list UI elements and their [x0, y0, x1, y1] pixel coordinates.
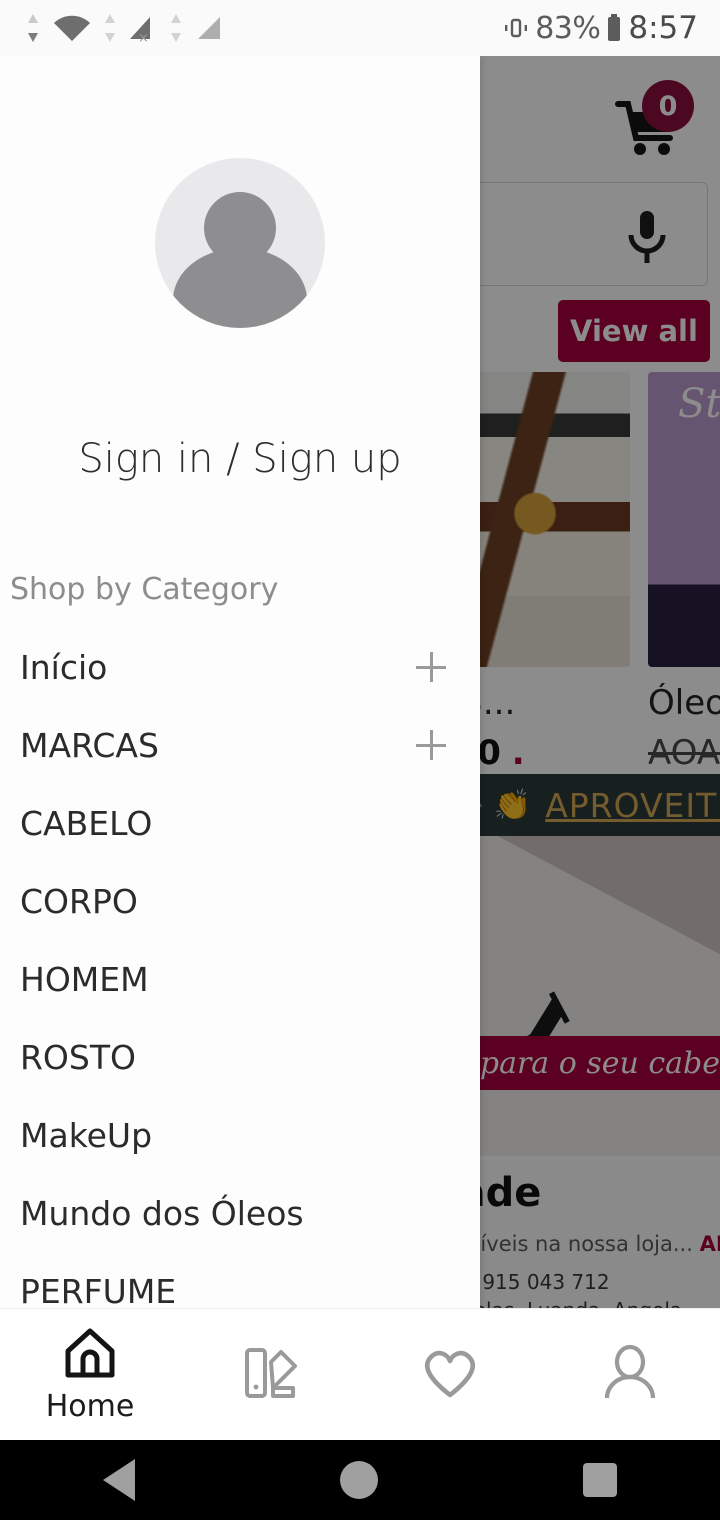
wifi-updown-arrows-icon-2 — [105, 14, 115, 42]
status-bar-left-icons: × — [22, 11, 226, 45]
battery-percent-label: 83% — [535, 10, 601, 46]
svg-text:×: × — [138, 31, 149, 45]
bottom-navigation-bar: Home — [0, 1308, 720, 1440]
android-navigation-bar — [0, 1440, 720, 1520]
back-triangle-icon[interactable] — [102, 1459, 135, 1501]
sign-in-sign-up-button[interactable]: Sign in / Sign up — [0, 436, 480, 482]
drawer-item-mundo-dos-oleos[interactable]: Mundo dos Óleos — [0, 1174, 480, 1252]
drawer-item-label: PERFUME — [20, 1271, 177, 1309]
bottom-nav-wishlist[interactable] — [360, 1343, 540, 1407]
drawer-item-label: Início — [20, 647, 108, 687]
drawer-item-rosto[interactable]: ROSTO — [0, 1018, 480, 1096]
drawer-item-perfume[interactable]: PERFUME — [0, 1252, 480, 1309]
battery-icon — [608, 14, 621, 41]
status-bar: × 83% 8:57 — [0, 0, 720, 56]
home-icon — [65, 1328, 115, 1378]
drawer-item-label: HOMEM — [20, 959, 149, 999]
drawer-scrim-overlay[interactable] — [480, 56, 720, 1308]
wifi-icon — [54, 15, 90, 42]
recents-square-icon[interactable] — [583, 1463, 618, 1497]
drawer-item-cabelo[interactable]: CABELO — [0, 784, 480, 862]
drawer-item-label: ROSTO — [20, 1037, 136, 1077]
drawer-item-label: CORPO — [20, 881, 138, 921]
bottom-nav-home[interactable]: Home — [0, 1325, 180, 1424]
drawer-item-label: MARCAS — [20, 725, 159, 765]
cellular-updown-arrows-icon — [171, 14, 181, 42]
categories-icon — [245, 1347, 297, 1398]
drawer-item-inicio[interactable]: Início — [0, 628, 480, 706]
drawer-item-label: CABELO — [20, 803, 153, 843]
drawer-item-label: Mundo dos Óleos — [20, 1193, 304, 1233]
plus-expand-icon[interactable] — [416, 652, 446, 682]
drawer-item-marcas[interactable]: MARCAS — [0, 706, 480, 784]
account-icon — [604, 1344, 656, 1398]
cellular-signal-icon — [198, 17, 220, 39]
wifi-updown-arrows-icon — [28, 14, 38, 42]
drawer-item-homem[interactable]: HOMEM — [0, 940, 480, 1018]
home-circle-icon[interactable] — [339, 1461, 378, 1499]
status-bar-right-icons: 83% 8:57 — [501, 10, 698, 46]
avatar-placeholder-icon[interactable] — [155, 158, 325, 328]
heart-icon — [425, 1350, 475, 1397]
vibrate-icon — [505, 18, 528, 38]
shop-by-category-header: Shop by Category — [10, 572, 279, 607]
drawer-menu-list: Início MARCAS CABELO CORPO HOMEM ROSTO M… — [0, 628, 480, 1308]
bottom-nav-home-label: Home — [45, 1389, 135, 1424]
bottom-nav-account[interactable] — [540, 1342, 720, 1408]
clock-label: 8:57 — [628, 10, 698, 46]
drawer-item-corpo[interactable]: CORPO — [0, 862, 480, 940]
navigation-drawer: Sign in / Sign up Shop by Category Iníci… — [0, 56, 480, 1308]
cellular-no-sim-icon: × — [130, 17, 150, 45]
drawer-item-makeup[interactable]: MakeUp — [0, 1096, 480, 1174]
bottom-nav-categories[interactable] — [180, 1342, 360, 1408]
drawer-item-label: MakeUp — [20, 1115, 153, 1155]
plus-expand-icon[interactable] — [416, 730, 446, 760]
